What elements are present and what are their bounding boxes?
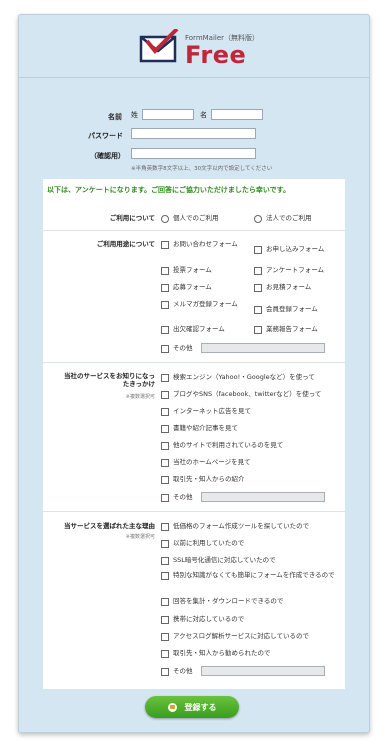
q1-option-corporate[interactable]: 法人でのご利用 xyxy=(254,214,312,223)
q2-option[interactable]: アンケートフォーム xyxy=(254,266,324,275)
q2-option[interactable]: メルマガ登録フォーム xyxy=(161,300,243,309)
q4-option-other[interactable]: その他 xyxy=(161,667,193,676)
checkbox-icon[interactable] xyxy=(161,598,169,606)
register-button[interactable]: 登録する xyxy=(145,696,239,718)
checkbox-icon[interactable] xyxy=(161,476,169,484)
q2-option[interactable]: 出欠確認フォーム xyxy=(161,325,225,334)
password-confirm-input[interactable] xyxy=(131,148,256,159)
checkbox-icon[interactable] xyxy=(161,345,169,353)
q2-option-other[interactable]: その他 xyxy=(161,344,193,353)
q4-option[interactable]: SSL暗号化通信に対応していたので xyxy=(161,556,276,565)
q2-option[interactable]: お申し込みフォーム xyxy=(254,245,324,254)
q1-option-individual[interactable]: 個人でのご利用 xyxy=(161,214,219,223)
q4-option[interactable]: アクセスログ解析サービスに対応しているので xyxy=(161,632,309,641)
divider xyxy=(43,230,345,231)
q3-option[interactable]: 他のサイトで利用されているのを見て xyxy=(161,441,283,450)
checkbox-icon[interactable] xyxy=(161,572,169,580)
survey-intro: 以下は、アンケートになります。ご回答にご協力いただけましたら幸いです。 xyxy=(47,186,290,194)
q4-label: 当サービスを選ばれた主な理由 xyxy=(64,522,155,530)
checkbox-icon[interactable] xyxy=(161,241,169,249)
q1-label: ご利用について xyxy=(109,214,155,222)
checkbox-icon[interactable] xyxy=(161,425,169,433)
q4-note: ※複数選択可 xyxy=(125,534,155,540)
q2-label: ご利用用途について xyxy=(96,240,155,248)
q2-option[interactable]: お見積フォーム xyxy=(254,283,311,292)
checkbox-icon[interactable] xyxy=(161,494,169,502)
q2-option[interactable]: 会員登録フォーム xyxy=(254,305,318,314)
checkbox-icon[interactable] xyxy=(254,284,262,292)
divider xyxy=(43,362,345,363)
checkbox-icon[interactable] xyxy=(161,326,169,334)
checkbox-icon[interactable] xyxy=(161,523,169,531)
name-label: 名前 xyxy=(108,113,122,121)
formmailer-logo: FormMailer（無料版） Free xyxy=(139,27,279,75)
checkbox-icon[interactable] xyxy=(254,246,262,254)
logo-title: Free xyxy=(185,41,247,69)
q3-other-input[interactable] xyxy=(201,492,325,502)
q3-option[interactable]: 検索エンジン（Yahoo!・Googleなど）を使って xyxy=(161,373,315,382)
mei-input[interactable] xyxy=(211,109,263,120)
checkbox-icon[interactable] xyxy=(161,374,169,382)
q4-option[interactable]: 低価格のフォーム作成ツールを探していたので xyxy=(161,522,309,531)
radio-icon[interactable] xyxy=(254,215,262,223)
checkbox-icon[interactable] xyxy=(161,301,169,309)
q4-other-input[interactable] xyxy=(201,666,325,676)
q3-option[interactable]: 当社のホームページを見て xyxy=(161,458,251,467)
checkbox-icon[interactable] xyxy=(254,267,262,275)
q3-option[interactable]: インターネット広告を見て xyxy=(161,407,251,416)
password-label: パスワード xyxy=(88,132,123,140)
q3-option-other[interactable]: その他 xyxy=(161,493,193,502)
form-frame: FormMailer（無料版） Free 名前 姓 名 パスワード （確認用） … xyxy=(18,14,370,733)
checkbox-icon[interactable] xyxy=(161,391,169,399)
checkbox-icon[interactable] xyxy=(161,616,169,624)
sei-input[interactable] xyxy=(142,109,194,120)
checkbox-icon[interactable] xyxy=(161,442,169,450)
pencil-icon xyxy=(167,702,177,712)
q4-option[interactable]: 特別な知識がなくても簡単にフォームを作成できるので xyxy=(161,571,336,580)
q4-option[interactable]: 携帯に対応しているので xyxy=(161,615,244,624)
radio-icon[interactable] xyxy=(161,215,169,223)
password-confirm-label: （確認用） xyxy=(90,152,125,160)
envelope-logo-icon xyxy=(139,29,179,63)
q3-option[interactable]: 書籍や紹介記事を見て xyxy=(161,424,238,433)
survey-panel: 以下は、アンケートになります。ご回答にご協力いただけましたら幸いです。 ご利用に… xyxy=(43,179,345,689)
sei-label: 姓 xyxy=(131,111,138,119)
q2-other-input[interactable] xyxy=(201,343,325,353)
checkbox-icon[interactable] xyxy=(161,267,169,275)
q2-option[interactable]: お問い合わせフォーム xyxy=(161,240,243,249)
checkbox-icon[interactable] xyxy=(161,459,169,467)
checkbox-icon[interactable] xyxy=(254,306,262,314)
header-divider xyxy=(19,77,369,78)
checkbox-icon[interactable] xyxy=(254,326,262,334)
checkbox-icon[interactable] xyxy=(161,668,169,676)
mei-label: 名 xyxy=(200,111,207,119)
q3-note: ※複数選択可 xyxy=(125,394,155,400)
checkbox-icon[interactable] xyxy=(161,557,169,565)
divider xyxy=(43,511,345,512)
q3-option[interactable]: 取引先・知人からの紹介 xyxy=(161,475,245,484)
q2-option[interactable]: 業務報告フォーム xyxy=(254,325,318,334)
q3-option[interactable]: ブログやSNS（facebook、twitterなど）を使って xyxy=(161,390,321,399)
password-input[interactable] xyxy=(131,128,256,139)
password-note: ※半角英数字8文字以上、30文字以内で設定してください xyxy=(131,166,273,172)
checkbox-icon[interactable] xyxy=(161,284,169,292)
q2-option[interactable]: 応募フォーム xyxy=(161,283,212,292)
q3-label: 当社のサービスをお知りになっ たきっかけ xyxy=(64,372,155,388)
checkbox-icon[interactable] xyxy=(161,650,169,658)
checkbox-icon[interactable] xyxy=(161,633,169,641)
q2-option[interactable]: 投票フォーム xyxy=(161,266,212,275)
checkbox-icon[interactable] xyxy=(161,540,169,548)
q4-option[interactable]: 取引先・知人から勧められたので xyxy=(161,649,271,658)
checkbox-icon[interactable] xyxy=(161,408,169,416)
q4-option[interactable]: 回答を集計・ダウンロードできるので xyxy=(161,597,283,606)
q4-option[interactable]: 以前に利用していたので xyxy=(161,539,244,548)
